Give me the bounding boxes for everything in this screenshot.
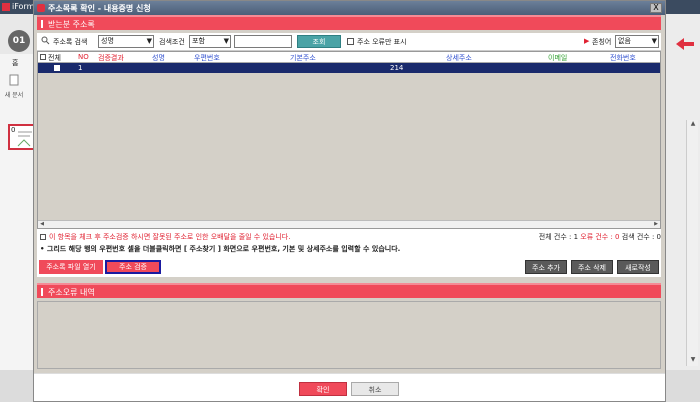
- scroll-up-icon[interactable]: ▲: [687, 120, 699, 130]
- scroll-right-icon[interactable]: ▶: [652, 221, 660, 228]
- condition-select[interactable]: 포함 ▼: [189, 35, 231, 48]
- new-button[interactable]: 새로작성: [617, 260, 659, 274]
- error-count: 오류 건수 : 0: [580, 233, 620, 241]
- header-email[interactable]: 이메일: [548, 53, 567, 63]
- grid-horizontal-scrollbar[interactable]: ◀ ▶: [38, 220, 660, 228]
- header-postal-code[interactable]: 우편번호: [194, 53, 220, 63]
- section-bar-icon: [41, 288, 43, 296]
- verify-address-button[interactable]: 주소 검증: [105, 260, 161, 274]
- search-field-value: 성명: [101, 37, 114, 45]
- open-file-button[interactable]: 주소록 파일 열기: [39, 260, 103, 274]
- honorific-select[interactable]: 없음 ▼: [615, 35, 659, 48]
- search-toolbar: 주소록 검색 성명 ▼ 검색조건 포함 ▼ 조회 주소 오류만 표시 ▶ 존칭어…: [37, 33, 661, 51]
- action-bar: 주소록 파일 열기 주소 검증 주소 추가 주소 삭제 새로작성: [37, 257, 661, 277]
- section-bar-icon: [41, 20, 43, 28]
- errors-section-header: 주소오류 내역: [37, 283, 661, 298]
- scroll-down-icon[interactable]: ▼: [687, 356, 699, 366]
- header-name[interactable]: 성명: [152, 53, 165, 63]
- verify-warning: 이 항목을 체크 후 주소검증 하시면 잘못된 주소로 인한 오배달을 줄일 수…: [40, 232, 290, 242]
- grid-header-row: 전체 NO 검증결과 성명 우편번호 기본주소 상세주소 이메일 전화번호: [38, 52, 660, 63]
- dialog-footer: 확인 취소: [34, 373, 665, 401]
- chevron-down-icon: ▼: [651, 37, 657, 45]
- search-input[interactable]: [234, 35, 292, 48]
- search-field-select[interactable]: 성명 ▼: [98, 35, 154, 48]
- delete-address-button[interactable]: 주소 삭제: [571, 260, 613, 274]
- address-list-dialog: 주소목록 확인 - 내용증명 신청 X 받는분 주소록 주소록 검색 성명 ▼ …: [33, 0, 666, 402]
- page-thumbnail[interactable]: 0: [8, 124, 36, 150]
- ok-button[interactable]: 확인: [299, 382, 347, 396]
- recipients-section-header: 받는분 주소록: [37, 15, 661, 30]
- table-row[interactable]: 1 214: [38, 63, 660, 73]
- app-vertical-scrollbar[interactable]: ▲ ▼: [686, 120, 698, 366]
- row-checkbox[interactable]: [54, 65, 60, 71]
- header-base-address[interactable]: 기본주소: [290, 53, 316, 63]
- select-all-checkbox[interactable]: [40, 54, 46, 60]
- search-icon: [41, 36, 50, 47]
- postal-hint: • 그리드 해당 행의 우편번호 셀을 더블클릭하면 [ 주소찾기 ] 화면으로…: [40, 245, 401, 253]
- search-button[interactable]: 조회: [297, 35, 341, 48]
- chevron-down-icon: ▼: [146, 37, 152, 45]
- notes-area: 이 항목을 체크 후 주소검증 하시면 잘못된 주소로 인한 오배달을 줄일 수…: [37, 229, 661, 257]
- header-detail-address[interactable]: 상세주소: [446, 53, 472, 63]
- condition-label: 검색조건: [159, 38, 185, 46]
- address-grid: 전체 NO 검증결과 성명 우편번호 기본주소 상세주소 이메일 전화번호 1 …: [37, 51, 661, 229]
- left-tab-home[interactable]: 홈: [12, 58, 18, 68]
- checkbox-sample-icon: [40, 234, 46, 240]
- header-phone[interactable]: 전화번호: [610, 53, 636, 63]
- header-verify-result[interactable]: 검증결과: [98, 53, 124, 63]
- app-left-panel: [0, 54, 36, 402]
- honorific-value: 없음: [618, 37, 631, 45]
- count-summary: 전체 건수 : 1 오류 건수 : 0 검색 건수 : 0: [539, 232, 661, 242]
- new-document-label: 새 문서: [4, 92, 24, 99]
- error-only-checkbox[interactable]: [347, 38, 354, 45]
- new-document-icon[interactable]: [6, 74, 22, 88]
- errors-section-title: 주소오류 내역: [48, 288, 95, 297]
- header-no[interactable]: NO: [78, 53, 89, 61]
- add-address-button[interactable]: 주소 추가: [525, 260, 567, 274]
- error-only-label: 주소 오류만 표시: [357, 38, 407, 46]
- recipients-section-title: 받는분 주소록: [48, 20, 95, 29]
- error-list-area: [37, 301, 661, 369]
- app-title: iForm: [12, 2, 35, 11]
- brand-logo-icon: [676, 38, 694, 50]
- condition-value: 포함: [192, 37, 205, 45]
- triangle-right-icon: ▶: [584, 37, 590, 45]
- chevron-down-icon: ▼: [223, 37, 229, 45]
- dialog-title: 주소목록 확인 - 내용증명 신청: [48, 4, 151, 13]
- header-select-all[interactable]: 전체: [48, 53, 61, 63]
- step-badge: 01: [8, 30, 30, 52]
- dialog-app-icon: [37, 4, 45, 12]
- search-label: 주소록 검색: [53, 38, 88, 46]
- cell-detail-address[interactable]: 214: [390, 64, 403, 72]
- total-count: 전체 건수 : 1: [538, 233, 579, 241]
- search-count: 검색 건수 : 0: [621, 233, 661, 241]
- close-button[interactable]: X: [650, 3, 662, 13]
- scroll-left-icon[interactable]: ◀: [38, 221, 46, 228]
- cancel-button[interactable]: 취소: [351, 382, 399, 396]
- cell-no: 1: [78, 64, 83, 72]
- verify-warning-text: 이 항목을 체크 후 주소검증 하시면 잘못된 주소로 인한 오배달을 줄일 수…: [49, 233, 291, 241]
- honorific-label: 존칭어: [592, 38, 612, 46]
- dialog-titlebar[interactable]: 주소목록 확인 - 내용증명 신청 X: [34, 1, 665, 15]
- app-logo-icon: [2, 3, 10, 11]
